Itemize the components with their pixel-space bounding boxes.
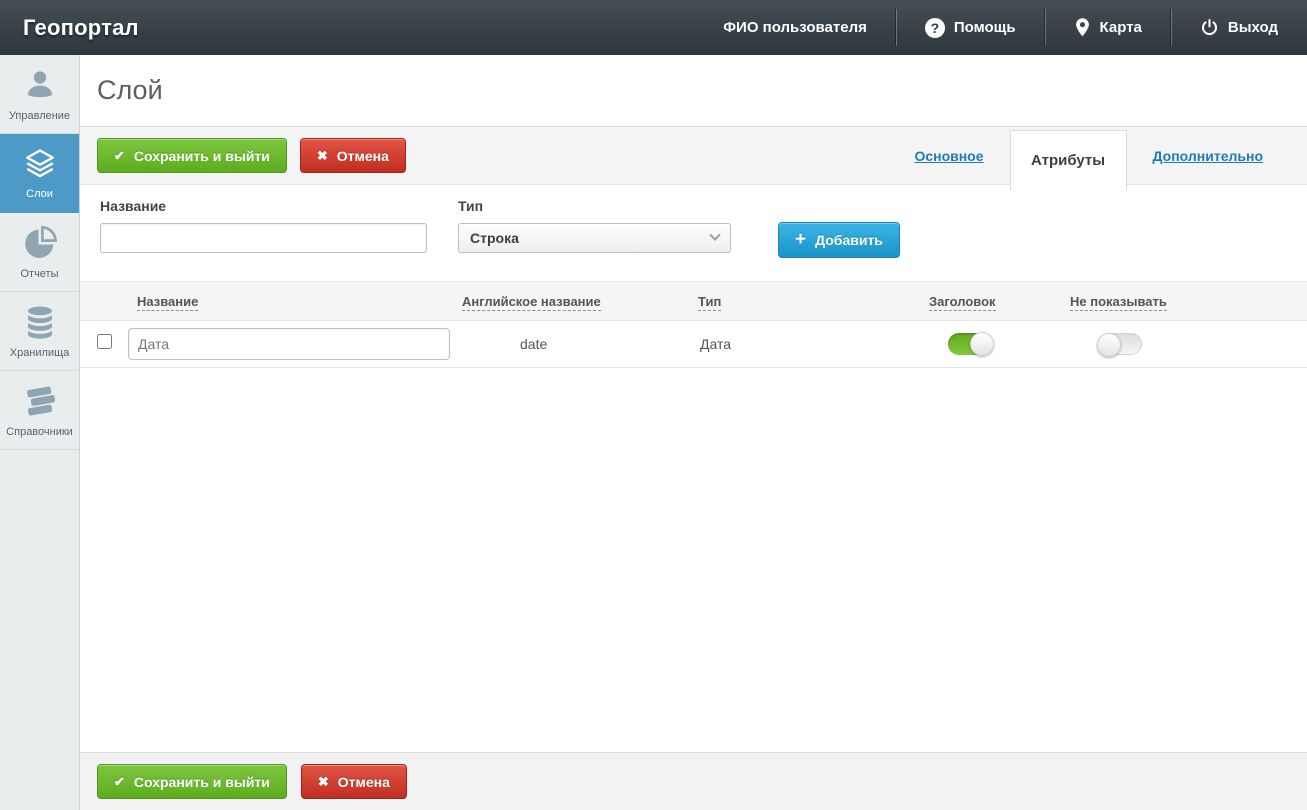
map-button[interactable]: Карта <box>1044 0 1171 55</box>
top-bar: Геопортал ФИО пользователя ? Помощь Карт… <box>0 0 1307 55</box>
plus-icon: + <box>795 228 807 250</box>
page-title: Слой <box>97 75 163 105</box>
tab-main[interactable]: Основное <box>888 148 1009 164</box>
user-icon <box>27 70 52 97</box>
add-attribute-form: Название Тип Строка + Добавить <box>80 185 1307 281</box>
cancel-button-bottom[interactable]: ✖ Отмена <box>300 764 407 799</box>
check-icon: ✔ <box>114 148 125 163</box>
map-pin-icon <box>1075 18 1089 37</box>
row-checkbox[interactable] <box>96 334 112 349</box>
sidebar-item-layers[interactable]: Слои <box>0 134 79 213</box>
x-icon: ✖ <box>317 774 329 789</box>
row-name-cell <box>128 328 462 360</box>
logout-button[interactable]: Выход <box>1170 0 1307 55</box>
row-english-name: date <box>520 336 548 352</box>
attributes-table-header: Название Английское название Тип Заголов… <box>80 281 1307 321</box>
help-icon: ? <box>924 17 945 38</box>
hide-toggle[interactable] <box>1097 333 1142 357</box>
action-toolbar: ✔ Сохранить и выйти ✖ Отмена Основное Ат… <box>80 127 1307 190</box>
user-name-label: ФИО пользователя <box>723 19 867 36</box>
toggle-knob <box>1097 333 1121 357</box>
app-brand: Геопортал <box>23 14 139 40</box>
column-header-english-name: Английское название <box>462 293 601 311</box>
sidebar-item-label: Отчеты <box>20 267 59 280</box>
user-menu[interactable]: ФИО пользователя <box>694 0 896 55</box>
save-exit-label: Сохранить и выйти <box>133 147 270 164</box>
attribute-type-select[interactable]: Строка <box>458 223 731 253</box>
cancel-button[interactable]: ✖ Отмена <box>299 138 406 173</box>
sidebar-item-label: Хранилища <box>9 346 70 359</box>
type-field-group: Тип Строка <box>458 198 731 253</box>
tab-additional[interactable]: Дополнительно <box>1127 148 1289 164</box>
add-attribute-button[interactable]: + Добавить <box>778 222 900 258</box>
books-icon <box>26 386 55 416</box>
top-nav: ФИО пользователя ? Помощь Карта Выход <box>694 0 1307 55</box>
pie-chart-icon <box>24 225 57 258</box>
add-button-label: Добавить <box>815 232 883 248</box>
type-select-value: Строка <box>470 230 519 246</box>
toggle-knob <box>970 332 994 356</box>
attribute-name-input[interactable] <box>100 223 427 253</box>
type-field-label: Тип <box>458 198 484 214</box>
header-toggle[interactable] <box>948 332 994 356</box>
sidebar-item-label: Слои <box>26 187 53 200</box>
power-icon <box>1201 18 1217 36</box>
map-label: Карта <box>1099 19 1142 36</box>
sidebar-item-label: Справочники <box>6 425 73 438</box>
x-icon: ✖ <box>316 148 328 163</box>
bottom-action-bar: ✔ Сохранить и выйти ✖ Отмена <box>80 752 1307 810</box>
save-exit-label: Сохранить и выйти <box>133 773 270 790</box>
column-header-hide: Не показывать <box>1070 293 1167 311</box>
sidebar-item-dictionaries[interactable]: Справочники <box>0 371 79 450</box>
row-type: Дата <box>700 336 732 352</box>
row-header-cell <box>929 332 1070 356</box>
table-row: date Дата <box>80 321 1307 368</box>
tab-attributes[interactable]: Атрибуты <box>1009 130 1127 190</box>
save-exit-button-bottom[interactable]: ✔ Сохранить и выйти <box>97 764 287 799</box>
page-header: Слой <box>80 55 1307 127</box>
database-icon <box>27 306 52 339</box>
sidebar: Управление Слои Отчеты Хранилища Справоч… <box>0 55 80 810</box>
chevron-down-icon <box>709 229 721 241</box>
row-hide-cell <box>1070 333 1307 357</box>
column-header-header: Заголовок <box>929 293 996 311</box>
help-button[interactable]: ? Помощь <box>895 0 1045 55</box>
row-select-cell <box>96 334 112 354</box>
layers-icon <box>25 148 54 177</box>
row-name-input[interactable] <box>128 328 450 360</box>
main-content: Слой ✔ Сохранить и выйти ✖ Отмена Основн… <box>80 55 1307 810</box>
name-field-label: Название <box>100 198 167 214</box>
column-header-type: Тип <box>698 293 722 311</box>
logout-label: Выход <box>1227 19 1278 36</box>
tab-bar: Основное Атрибуты Дополнительно <box>888 127 1307 190</box>
check-icon: ✔ <box>114 774 125 789</box>
sidebar-item-label: Управление <box>8 109 71 122</box>
name-field-group: Название <box>100 198 427 253</box>
save-exit-button[interactable]: ✔ Сохранить и выйти <box>97 138 287 173</box>
sidebar-item-reports[interactable]: Отчеты <box>0 213 79 292</box>
cancel-label: Отмена <box>337 773 390 790</box>
help-label: Помощь <box>953 19 1016 36</box>
cancel-label: Отмена <box>336 147 389 164</box>
content-spacer <box>80 368 1307 752</box>
column-header-name: Название <box>137 293 199 311</box>
sidebar-item-storages[interactable]: Хранилища <box>0 292 79 371</box>
sidebar-item-management[interactable]: Управление <box>0 55 79 134</box>
